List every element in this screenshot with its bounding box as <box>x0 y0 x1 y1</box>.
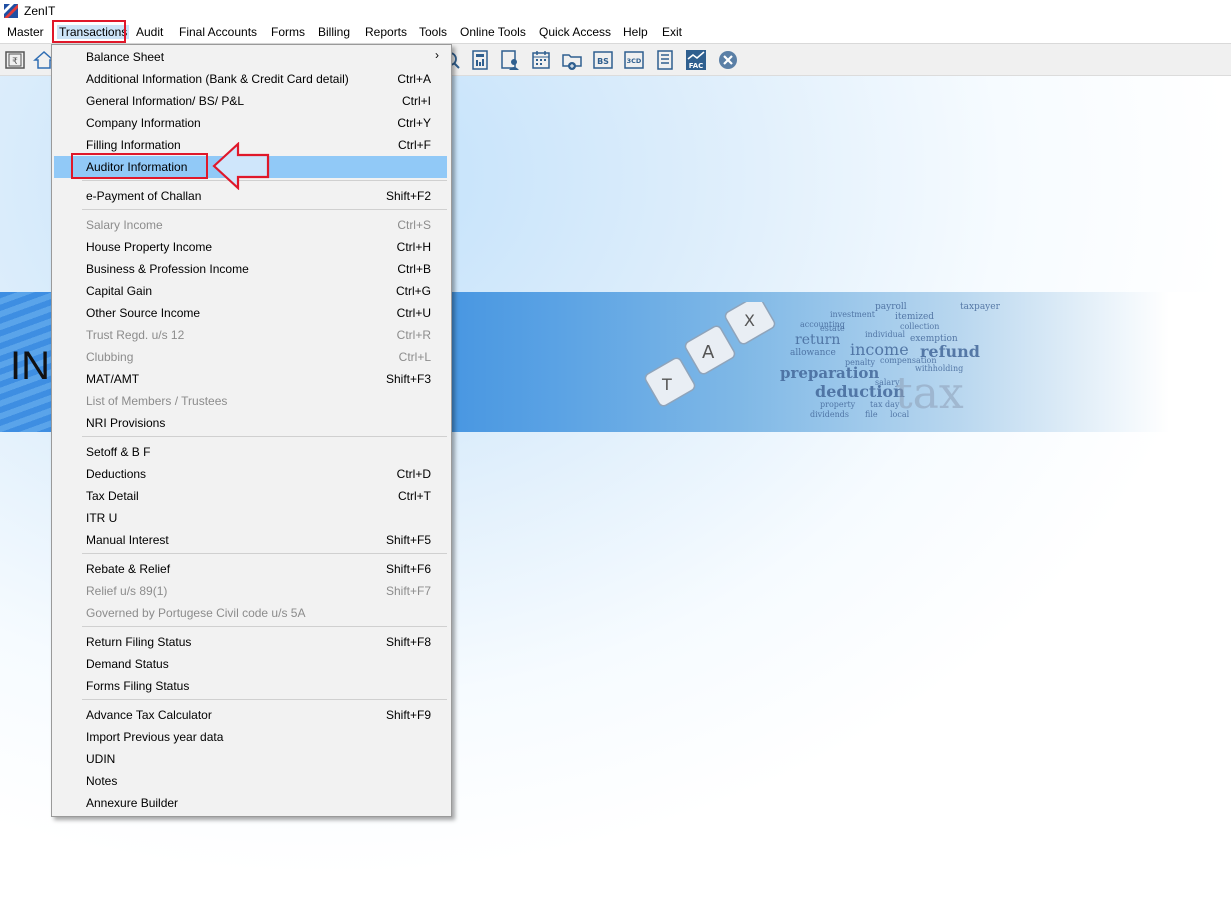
svg-text:T: T <box>661 375 672 394</box>
window-title: ZenIT <box>24 4 56 18</box>
menu-item-itr-u[interactable]: ITR U <box>54 507 447 529</box>
menu-item-import-previous-year[interactable]: Import Previous year data <box>54 726 447 748</box>
menu-item-udin[interactable]: UDIN <box>54 748 447 770</box>
menu-item-company-information[interactable]: Company Information Ctrl+Y <box>54 112 447 134</box>
menu-quick-access[interactable]: Quick Access <box>539 25 611 39</box>
calendar-icon[interactable] <box>530 49 552 71</box>
menu-item-forms-filing-status[interactable]: Forms Filing Status <box>54 675 447 697</box>
menu-item-house-property-income[interactable]: House Property Income Ctrl+H <box>54 236 447 258</box>
bs-icon-label: BS <box>597 57 609 66</box>
document-icon[interactable] <box>654 49 676 71</box>
menu-item-balance-sheet[interactable]: Balance Sheet › <box>54 46 447 68</box>
menu-separator <box>82 553 447 554</box>
menu-item-tax-detail[interactable]: Tax Detail Ctrl+T <box>54 485 447 507</box>
menu-audit[interactable]: Audit <box>136 25 163 39</box>
fac-icon[interactable]: FAC <box>685 49 707 71</box>
close-circle-icon[interactable] <box>717 49 739 71</box>
svg-text:₹: ₹ <box>12 57 18 67</box>
menu-separator <box>82 699 447 700</box>
menu-final-accounts[interactable]: Final Accounts <box>179 25 257 39</box>
auditor-information-highlight-box <box>71 153 208 179</box>
menu-billing[interactable]: Billing <box>318 25 350 39</box>
bs-icon[interactable]: BS <box>592 49 614 71</box>
menu-item-trust-regd: Trust Regd. u/s 12 Ctrl+R <box>86 328 431 342</box>
3cd-icon-label: 3CD <box>627 57 642 65</box>
calculator-icon[interactable] <box>469 49 491 71</box>
menu-help[interactable]: Help <box>623 25 648 39</box>
menu-item-nri-provisions[interactable]: NRI Provisions <box>54 412 447 434</box>
menu-item-additional-information[interactable]: Additional Information (Bank & Credit Ca… <box>54 68 447 90</box>
menu-separator <box>82 209 447 210</box>
menu-item-notes[interactable]: Notes <box>54 770 447 792</box>
menu-separator <box>82 436 447 437</box>
menu-online-tools[interactable]: Online Tools <box>460 25 526 39</box>
menu-item-return-filing-status[interactable]: Return Filing Status Shift+F8 <box>54 631 447 653</box>
menu-item-business-profession-income[interactable]: Business & Profession Income Ctrl+B <box>54 258 447 280</box>
menu-item-general-information[interactable]: General Information/ BS/ P&L Ctrl+I <box>54 90 447 112</box>
keyboard-keys-image: A T X <box>644 302 776 407</box>
menu-item-annexure-builder[interactable]: Annexure Builder <box>54 792 447 814</box>
menu-item-capital-gain[interactable]: Capital Gain Ctrl+G <box>54 280 447 302</box>
transactions-highlight-box <box>52 20 126 43</box>
menu-reports[interactable]: Reports <box>365 25 407 39</box>
svg-text:A: A <box>702 342 715 363</box>
svg-text:X: X <box>744 311 755 330</box>
title-bar: ZenIT <box>0 0 1231 22</box>
menu-item-salary-income: Salary Income Ctrl+S <box>86 218 431 232</box>
menu-item-manual-interest[interactable]: Manual Interest Shift+F5 <box>54 529 447 551</box>
menu-forms[interactable]: Forms <box>271 25 305 39</box>
menu-item-rebate-relief[interactable]: Rebate & Relief Shift+F6 <box>54 558 447 580</box>
menu-item-portugese-civil-code: Governed by Portugese Civil code u/s 5A <box>86 606 306 620</box>
menu-tools[interactable]: Tools <box>419 25 447 39</box>
menu-exit[interactable]: Exit <box>662 25 682 39</box>
menu-item-mat-amt[interactable]: MAT/AMT Shift+F3 <box>54 368 447 390</box>
app-logo-icon <box>4 4 18 18</box>
menu-item-demand-status[interactable]: Demand Status <box>54 653 447 675</box>
menu-separator <box>82 626 447 627</box>
user-doc-icon[interactable] <box>499 49 521 71</box>
submenu-arrow-icon: › <box>435 48 439 62</box>
tax-word-cloud: payroll taxpayer investment itemized acc… <box>780 302 1000 419</box>
menu-bar: Master Transactions Audit Final Accounts… <box>0 22 1231 44</box>
menu-item-setoff-bf[interactable]: Setoff & B F <box>54 441 447 463</box>
folder-add-icon[interactable] <box>561 49 583 71</box>
rupee-book-icon[interactable]: ₹ <box>4 49 26 71</box>
menu-item-clubbing: Clubbing Ctrl+L <box>86 350 431 364</box>
fac-icon-label: FAC <box>689 62 704 70</box>
pointer-arrow-icon <box>212 142 270 190</box>
menu-item-advance-tax-calculator[interactable]: Advance Tax Calculator Shift+F9 <box>54 704 447 726</box>
3cd-icon[interactable]: 3CD <box>623 49 645 71</box>
menu-item-list-of-members: List of Members / Trustees <box>86 394 228 408</box>
menu-item-other-source-income[interactable]: Other Source Income Ctrl+U <box>54 302 447 324</box>
menu-master[interactable]: Master <box>7 25 44 39</box>
menu-item-deductions[interactable]: Deductions Ctrl+D <box>54 463 447 485</box>
menu-item-relief-89: Relief u/s 89(1) Shift+F7 <box>86 584 431 598</box>
